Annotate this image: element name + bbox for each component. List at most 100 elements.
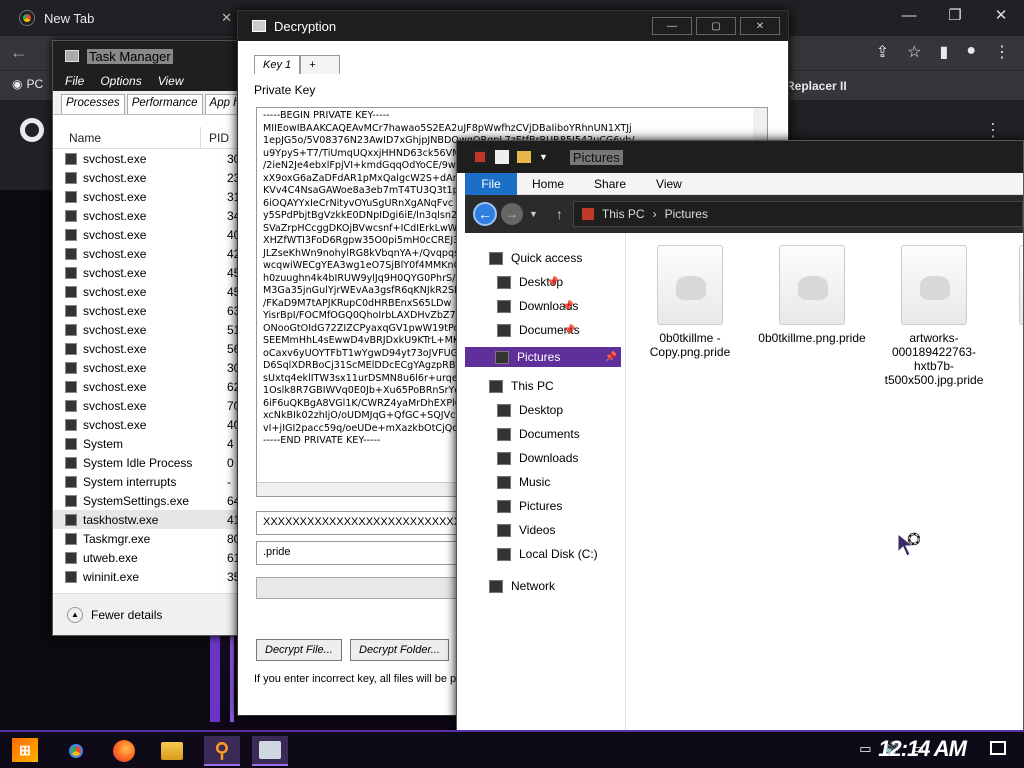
process-icon <box>65 418 77 431</box>
process-name: System interrupts <box>83 474 177 489</box>
process-pid: 4 <box>227 436 234 451</box>
decryption-window-controls: — ▢ ✕ <box>652 17 780 35</box>
sidebar-icon[interactable]: ▮ <box>940 42 949 62</box>
ribbon-share-tab[interactable]: Share <box>579 177 641 191</box>
process-name: System <box>83 436 124 451</box>
file-item[interactable]: se <box>997 245 1023 345</box>
key-tabs: Key 1 + <box>254 55 341 74</box>
process-name: taskhostw.exe <box>83 512 159 527</box>
nav-item[interactable]: Desktop 📌 <box>497 275 563 289</box>
decrypt-folder-button[interactable]: Decrypt Folder... <box>350 639 449 661</box>
nav-item[interactable]: Network <box>489 579 555 593</box>
folder-icon <box>161 742 183 760</box>
bookmark-star-icon[interactable]: ☆ <box>907 42 921 62</box>
forward-arrow-icon[interactable]: → <box>501 203 523 225</box>
file-icon <box>901 245 967 325</box>
chrome-taskbar-icon[interactable] <box>58 736 94 766</box>
nav-item[interactable]: This PC <box>489 379 554 393</box>
file-icon <box>657 245 723 325</box>
maximize-button[interactable]: ❐ <box>932 0 978 30</box>
nav-item[interactable]: Documents 📌 <box>497 323 580 337</box>
breadcrumb-this-pc[interactable]: This PC <box>602 207 645 221</box>
nav-item[interactable]: Music <box>497 475 550 489</box>
column-name[interactable]: Name <box>53 127 201 148</box>
share-icon[interactable]: ⇪ <box>876 42 889 62</box>
folder-icon <box>495 350 509 364</box>
menu-view[interactable]: View <box>158 74 184 88</box>
busy-cursor-icon <box>897 532 920 557</box>
back-arrow-icon[interactable]: ← <box>473 202 497 226</box>
new-folder-icon[interactable] <box>517 151 531 163</box>
task-manager-title: Task Manager <box>87 48 173 64</box>
start-button[interactable]: ⊞ <box>12 738 38 762</box>
bookmark-pc[interactable]: ◉ PC <box>12 77 43 91</box>
network-icon[interactable]: ▭ <box>859 741 871 757</box>
nav-item[interactable]: Videos <box>497 523 555 537</box>
nav-item[interactable]: Pictures <box>497 499 562 513</box>
menu-options[interactable]: Options <box>100 74 141 88</box>
menu-icon[interactable]: ⋮ <box>994 42 1010 62</box>
column-pid[interactable]: PID <box>201 127 229 148</box>
nav-item[interactable]: Documents <box>497 427 580 441</box>
process-icon <box>65 209 77 222</box>
file-explorer-taskbar-icon[interactable] <box>154 736 190 766</box>
tab-add-key[interactable]: + <box>300 55 341 74</box>
up-arrow-icon[interactable]: ↑ <box>556 206 563 222</box>
profile-icon[interactable]: ● <box>966 42 976 62</box>
nav-item-label: Downloads <box>519 451 579 465</box>
process-name: svchost.exe <box>83 303 147 318</box>
tab-processes[interactable]: Processes <box>61 94 125 114</box>
notification-icon[interactable] <box>990 741 1006 755</box>
file-item[interactable]: 0b0tkillme - Copy.png.pride <box>635 245 745 359</box>
nav-item[interactable]: Pictures 📌 <box>465 347 621 367</box>
folder-icon <box>497 323 511 337</box>
process-icon <box>65 551 77 564</box>
process-icon <box>65 171 77 184</box>
search-taskbar-icon[interactable]: ⚲ <box>204 736 240 766</box>
explorer-titlebar[interactable]: ▼ Pictures <box>457 141 1023 173</box>
process-name: svchost.exe <box>83 265 147 280</box>
close-button[interactable]: ✕ <box>978 0 1024 30</box>
menu-file[interactable]: File <box>65 74 84 88</box>
pane-divider[interactable] <box>625 233 626 741</box>
nav-item[interactable]: Downloads 📌 <box>497 299 578 313</box>
nav-item[interactable]: Downloads <box>497 451 578 465</box>
ribbon-file-tab[interactable]: File <box>465 172 517 195</box>
file-item[interactable]: 0b0tkillme.png.pride <box>757 245 867 345</box>
firefox-taskbar-icon[interactable] <box>106 736 142 766</box>
pin-icon: 📌 <box>563 324 576 336</box>
minimize-button[interactable]: — <box>652 17 692 35</box>
ribbon-view-tab[interactable]: View <box>641 177 697 191</box>
file-item[interactable]: artworks-000189422763-hxtb7b-t500x500.jp… <box>879 245 989 387</box>
breadcrumb-pictures[interactable]: Pictures <box>665 207 708 221</box>
folder-icon <box>497 299 511 313</box>
clock[interactable]: 12:14 AM <box>878 736 967 762</box>
pin-icon: 📌 <box>561 300 575 312</box>
recent-chevron-icon[interactable]: ▼ <box>529 209 538 219</box>
decryptor-taskbar-icon[interactable] <box>252 736 288 766</box>
bookmark-replacer[interactable]: Replacer II <box>786 79 847 93</box>
close-tab-icon[interactable]: ✕ <box>221 10 232 26</box>
process-icon <box>65 475 77 488</box>
maximize-button[interactable]: ▢ <box>696 17 736 35</box>
decrypt-file-button[interactable]: Decrypt File... <box>256 639 342 661</box>
properties-icon[interactable] <box>495 150 509 164</box>
chevron-down-icon[interactable]: ▼ <box>539 152 548 162</box>
breadcrumb[interactable]: This PC › Pictures <box>572 201 1023 227</box>
tab-key-1[interactable]: Key 1 <box>254 55 301 74</box>
nav-item[interactable]: Quick access <box>489 251 582 265</box>
close-button[interactable]: ✕ <box>740 17 780 35</box>
nav-item[interactable]: Local Disk (C:) <box>497 547 598 561</box>
taskbar: ⊞ ⚲ ▭ 🔊 ▭ 12:14 AM <box>0 730 1024 768</box>
breadcrumb-separator: › <box>652 207 657 221</box>
nav-item[interactable]: Desktop <box>497 403 563 417</box>
tab-performance[interactable]: Performance <box>126 94 203 114</box>
browser-tab[interactable]: New Tab ✕ <box>10 4 240 32</box>
ribbon-home-tab[interactable]: Home <box>517 177 579 191</box>
navigation-pane: Quick access Desktop 📌 Downloads 📌 Documents 📌… <box>465 233 625 741</box>
minimize-button[interactable]: — <box>886 0 932 30</box>
back-arrow-icon[interactable]: ← <box>10 42 28 63</box>
process-pid: 0 <box>227 455 234 470</box>
more-icon[interactable]: ⋮ <box>984 120 1002 141</box>
chrome-icon <box>65 740 87 762</box>
